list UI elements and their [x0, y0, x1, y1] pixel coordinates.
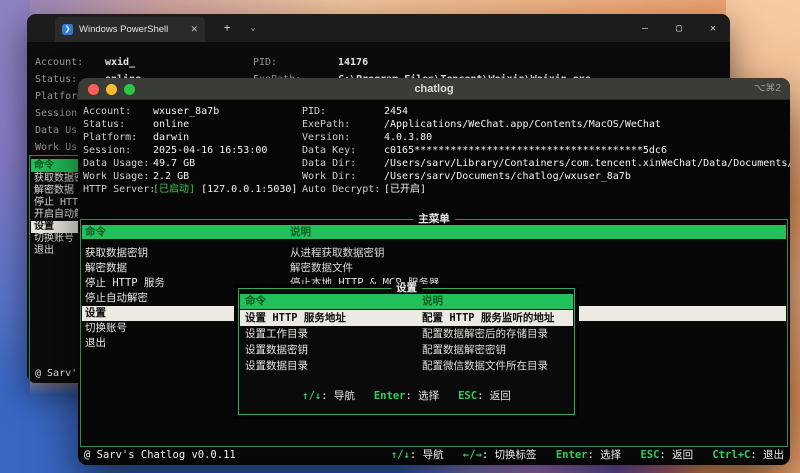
tab-windows-powershell[interactable]: ❯ Windows PowerShell ✕: [55, 17, 205, 42]
info-value: /Users/sarv/Documents/chatlog/wxuser_8a7…: [384, 171, 631, 182]
hint-key: Enter: [555, 449, 588, 461]
info-value: darwin: [153, 132, 190, 143]
tab-title: Windows PowerShell: [79, 24, 169, 35]
hint-label: : 返回: [477, 390, 511, 402]
info-label: Platform:: [83, 132, 138, 143]
hint-key: ←/→: [462, 449, 482, 461]
info-value: 14176: [338, 57, 369, 68]
info-label: Account:: [35, 57, 84, 68]
menu-header: 命令 说明: [240, 294, 573, 309]
info-label: Data Dir:: [302, 158, 357, 169]
window-shortcut-badge: ⌥⌘2: [753, 83, 781, 94]
info-row: Work Usage: 2.2 GB Work Dir: /Users/sarv…: [83, 170, 790, 183]
settings-modal: 设置 命令 说明 设置 HTTP 服务地址 配置 HTTP 服务监听的地址 设置…: [238, 282, 575, 415]
statusbar-key-hints: ↑/↓: 导航 ←/→: 切换标签 Enter: 选择 ESC: 返回 Ctrl…: [378, 448, 784, 462]
hint-label: : 导航: [409, 449, 444, 461]
info-value: 2025-04-16 16:53:00: [153, 145, 268, 156]
minimize-button[interactable]: —: [628, 14, 662, 42]
tab-dropdown-button[interactable]: ⌄: [245, 23, 261, 32]
info-label: ExePath:: [302, 119, 351, 130]
info-value: 49.7 GB: [153, 158, 196, 169]
info-label: PID:: [253, 57, 278, 68]
info-row: Session: 2025-04-16 16:53:00 Data Key: c…: [83, 144, 790, 157]
hint-key: Ctrl+C: [712, 449, 751, 461]
info-row: Status: online ExePath: /Applications/We…: [83, 118, 790, 131]
hint-label: : 返回: [659, 449, 694, 461]
info-label: HTTP Server:: [83, 184, 156, 195]
wallpaper-blue-corner: [0, 373, 82, 473]
window-title: chatlog: [414, 83, 454, 95]
hint-key: ↑/↓: [302, 390, 322, 402]
info-label: Auto Decrypt:: [302, 184, 381, 195]
info-value: online: [153, 119, 190, 130]
http-server-address: [127.0.0.1:5030]: [195, 184, 298, 195]
auto-decrypt-status-badge: [已开启]: [384, 184, 427, 195]
info-label: Data Usage:: [83, 158, 150, 169]
column-description: 说明: [290, 226, 311, 238]
hint-label: : 退出: [750, 449, 784, 461]
modal-key-hints: ↑/↓: 导航 Enter: 选择 ESC: 返回: [239, 389, 574, 403]
info-value: c0165***********************************…: [384, 145, 667, 156]
hint-label: : 导航: [321, 390, 355, 402]
hint-label: : 选择: [587, 449, 622, 461]
column-command: 命令: [85, 226, 106, 238]
column-command: 命令: [245, 295, 266, 307]
info-value: /Applications/WeChat.app/Contents/MacOS/…: [384, 119, 661, 130]
tab-close-icon[interactable]: ✕: [190, 24, 198, 35]
menu-item[interactable]: 设置数据密钥 配置数据解密密钥: [240, 342, 573, 358]
menu-header: 命令 说明: [82, 225, 786, 239]
info-label: Data Key:: [302, 145, 357, 156]
window-controls: — ▢ ✕: [628, 14, 730, 42]
chatlog-statusbar: @ Sarv's Chatlog v0.0.11 ↑/↓: 导航 ←/→: 切换…: [84, 448, 784, 462]
info-row: HTTP Server: [已启动] [127.0.0.1:5030] Auto…: [83, 183, 790, 196]
menu-item[interactable]: 解密数据 解密数据文件: [82, 261, 786, 276]
new-tab-button[interactable]: +: [219, 21, 235, 34]
info-label: Session:: [83, 145, 132, 156]
menu-item[interactable]: 获取数据密钥 从进程获取数据密钥: [82, 246, 786, 261]
info-value: 2454: [384, 106, 409, 117]
info-label: Status:: [83, 119, 126, 130]
column-description: 说明: [422, 295, 443, 307]
info-value: wxuser_8a7b: [153, 106, 220, 117]
background-statusbar-brand: @ Sarv's: [35, 368, 84, 379]
hint-label: : 切换标签: [481, 449, 537, 461]
menu-item-selected[interactable]: 设置 HTTP 服务地址 配置 HTTP 服务监听的地址: [240, 310, 573, 326]
chatlog-window: chatlog ⌥⌘2 Account: wxuser_8a7b PID: 24…: [78, 78, 790, 465]
column-command: 命令: [34, 160, 54, 171]
hint-key: Enter: [373, 390, 406, 402]
info-row: Account: wxid_ PID: 14176: [35, 54, 726, 71]
menu-item[interactable]: 设置数据目录 配置微信数据文件所在目录: [240, 358, 573, 374]
info-label: Status:: [35, 74, 78, 85]
info-value: 4.0.3.80: [384, 132, 433, 143]
info-label: PID:: [302, 106, 327, 117]
hint-label: : 选择: [405, 390, 440, 402]
statusbar-brand: @ Sarv's Chatlog v0.0.11: [84, 449, 236, 461]
info-value: wxid_: [105, 57, 136, 68]
info-row: Platform: darwin Version: 4.0.3.80: [83, 131, 790, 144]
powershell-icon: ❯: [62, 24, 73, 35]
info-row: Data Usage: 49.7 GB Data Dir: /Users/sar…: [83, 157, 790, 170]
info-label: Work Usage:: [83, 171, 150, 182]
hint-key: ↑/↓: [390, 449, 410, 461]
hint-key: ESC: [640, 449, 660, 461]
maximize-button[interactable]: ▢: [662, 14, 696, 42]
info-row: Account: wxuser_8a7b PID: 2454: [83, 105, 790, 118]
info-label: Version:: [302, 132, 351, 143]
info-label: Work Dir:: [302, 171, 357, 182]
info-value: /Users/sarv/Library/Containers/com.tence…: [384, 158, 790, 169]
http-server-status-badge: [已启动]: [153, 184, 196, 195]
close-button[interactable]: ✕: [696, 14, 730, 42]
chatlog-titlebar[interactable]: chatlog ⌥⌘2: [78, 78, 790, 100]
info-label: Account:: [83, 106, 132, 117]
info-label: Session:: [35, 108, 84, 119]
menu-item[interactable]: 设置工作目录 配置数据解密后的存储目录: [240, 326, 573, 342]
chatlog-terminal-content: Account: wxuser_8a7b PID: 2454 Status: o…: [78, 101, 790, 465]
hint-key: ESC: [458, 390, 478, 402]
info-value: 2.2 GB: [153, 171, 190, 182]
windows-terminal-titlebar: ❯ Windows PowerShell ✕ + ⌄ — ▢ ✕: [27, 14, 730, 42]
